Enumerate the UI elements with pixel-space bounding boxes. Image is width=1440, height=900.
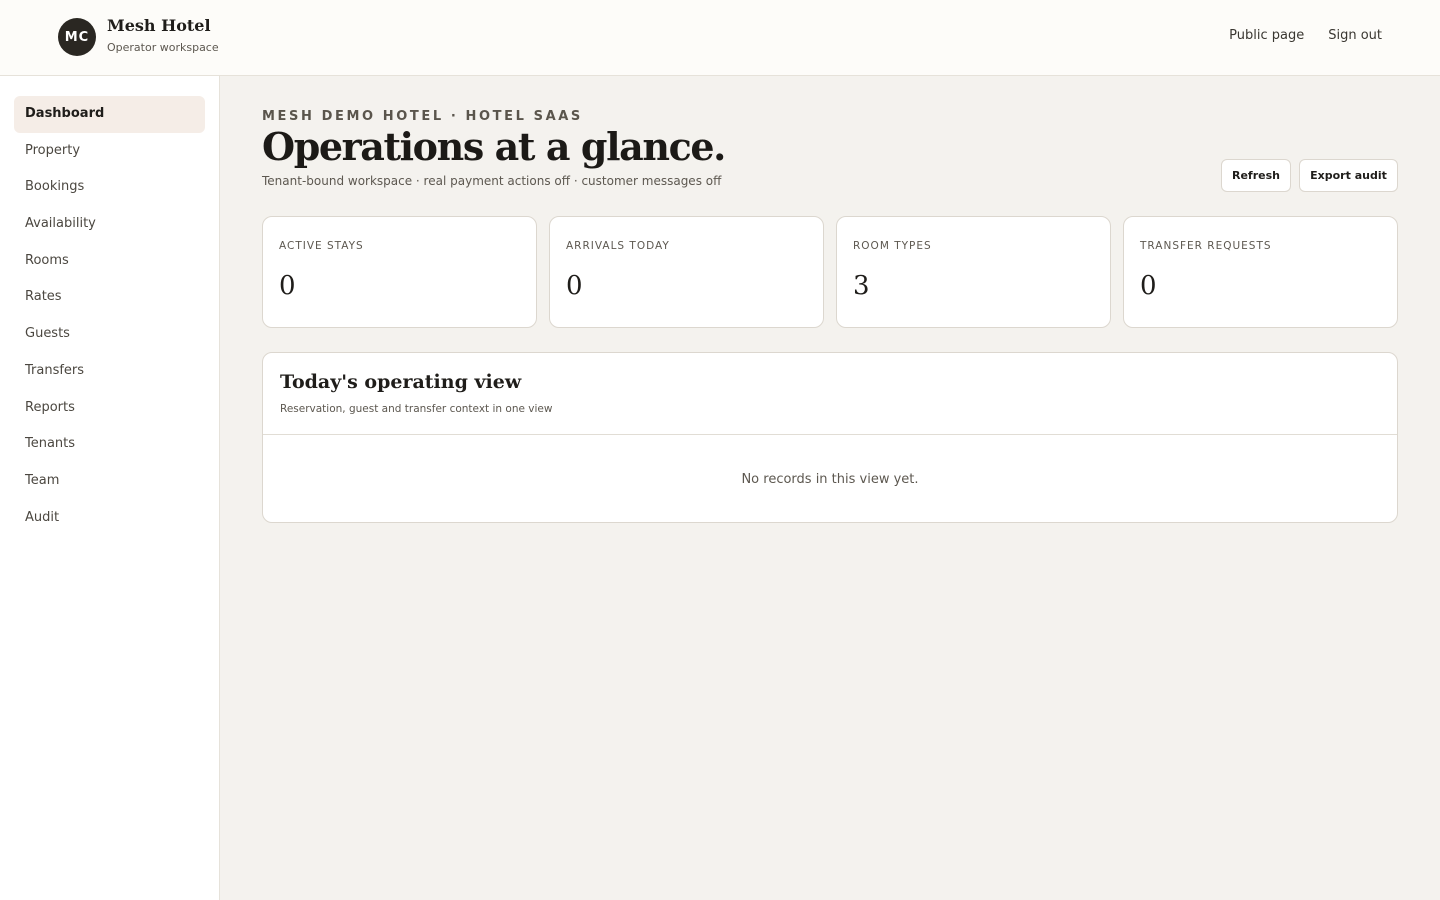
sidebar-item-rates[interactable]: Rates [14,279,205,316]
page-actions: Refresh Export audit [1221,159,1398,192]
refresh-button[interactable]: Refresh [1221,159,1291,192]
page-subtitle: Tenant-bound workspace · real payment ac… [262,174,722,188]
stat-label: TRANSFER REQUESTS [1140,240,1272,252]
page-title: Operations at a glance. [262,124,726,169]
stat-card-arrivals-today: ARRIVALS TODAY 0 [549,216,824,328]
sidebar-item-guests[interactable]: Guests [14,316,205,353]
stat-card-active-stays: ACTIVE STAYS 0 [262,216,537,328]
sidebar-item-property[interactable]: Property [14,133,205,170]
stat-value: 0 [1140,271,1157,301]
top-bar: MC Mesh Hotel Operator workspace Public … [0,0,1440,76]
stat-value: 3 [853,271,870,301]
sidebar-item-audit[interactable]: Audit [14,500,205,537]
stat-label: ACTIVE STAYS [279,240,364,252]
sidebar-item-availability[interactable]: Availability [14,206,205,243]
sidebar-item-tenants[interactable]: Tenants [14,426,205,463]
operating-view-panel: Today's operating view Reservation, gues… [262,352,1398,523]
sign-out-link[interactable]: Sign out [1328,28,1382,43]
export-audit-button[interactable]: Export audit [1299,159,1398,192]
empty-state-text: No records in this view yet. [741,471,919,487]
stat-value: 0 [279,271,296,301]
stat-label: ARRIVALS TODAY [566,240,670,252]
sidebar-item-dashboard[interactable]: Dashboard [14,96,205,133]
panel-header: Today's operating view Reservation, gues… [263,353,1397,435]
avatar: MC [58,18,96,56]
sidebar: Dashboard Property Bookings Availability… [0,76,220,900]
stat-value: 0 [566,271,583,301]
top-nav: Public page Sign out [1229,28,1382,43]
hotel-eyebrow: MESH DEMO HOTEL · HOTEL SAAS [262,109,583,124]
stats-row: ACTIVE STAYS 0 ARRIVALS TODAY 0 ROOM TYP… [262,216,1398,328]
public-page-link[interactable]: Public page [1229,28,1304,43]
sidebar-item-team[interactable]: Team [14,463,205,500]
panel-subtitle: Reservation, guest and transfer context … [280,403,553,415]
sidebar-item-transfers[interactable]: Transfers [14,353,205,390]
sidebar-item-bookings[interactable]: Bookings [14,169,205,206]
sidebar-item-reports[interactable]: Reports [14,390,205,427]
stat-label: ROOM TYPES [853,240,932,252]
sidebar-item-rooms[interactable]: Rooms [14,243,205,280]
brand-name: Mesh Hotel [107,16,211,35]
stat-card-transfer-requests: TRANSFER REQUESTS 0 [1123,216,1398,328]
panel-title: Today's operating view [280,371,522,393]
stat-card-room-types: ROOM TYPES 3 [836,216,1111,328]
brand-subtitle: Operator workspace [107,41,219,54]
